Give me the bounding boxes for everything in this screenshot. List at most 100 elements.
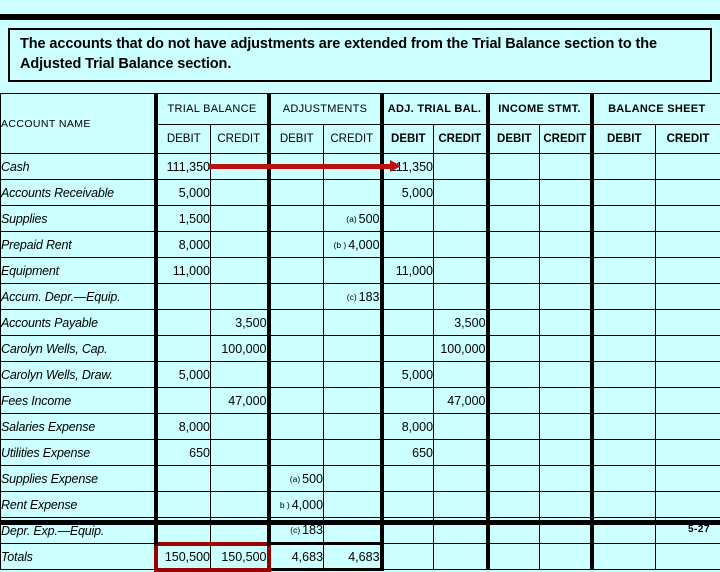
cell-adj-debit [269,180,324,206]
top-divider-rule [0,14,720,20]
cell-tb-debit: 5,000 [156,362,211,388]
cell-tb-debit: 8,000 [156,414,211,440]
account-name-header: ACCOUNT NAME [1,94,156,154]
cell-atb-credit [434,154,488,180]
cell-bs-credit [656,362,720,388]
cell-atb-debit: 11,000 [382,258,434,284]
cell-tb-debit: 5,000 [156,180,211,206]
account-name-cell: Fees Income [1,388,156,414]
group-header-adjusted-trial-balance: ADJ. TRIAL BAL. [382,94,488,125]
cell-adj-credit: (b )4,000 [324,232,382,258]
cell-is-credit [540,388,592,414]
callout-box: The accounts that do not have adjustment… [8,28,712,82]
cell-adj-debit: b )4,000 [269,492,324,518]
cell-tb-credit [211,414,269,440]
cell-bs-credit [656,180,720,206]
totals-row: Totals150,500150,5004,6834,683 [1,544,720,570]
worksheet-header: ACCOUNT NAME TRIAL BALANCE ADJUSTMENTS A… [1,94,720,154]
cell-tb-debit: 150,500 [156,544,211,570]
cell-is-credit [540,154,592,180]
cell-tb-credit [211,206,269,232]
cell-is-debit [488,466,540,492]
cell-bs-credit [656,284,720,310]
cell-adj-credit [324,258,382,284]
cell-bs-debit [592,258,656,284]
account-name-cell: Carolyn Wells, Draw. [1,362,156,388]
table-row: Supplies Expense(a)500 [1,466,720,492]
subheader-adj-credit: CREDIT [324,125,382,154]
cell-adj-debit [269,232,324,258]
group-header-balance-sheet: BALANCE SHEET [592,94,720,125]
account-name-cell: Salaries Expense [1,414,156,440]
cell-is-debit [488,310,540,336]
cell-atb-credit [434,544,488,570]
cell-tb-credit: 150,500 [211,544,269,570]
cell-atb-credit [434,440,488,466]
cell-is-credit [540,440,592,466]
cell-adj-debit: 4,683 [269,544,324,570]
worksheet-body: Cash111,350111,350Accounts Receivable5,0… [1,154,720,570]
subheader-is-debit: DEBIT [488,125,540,154]
cell-adj-credit: (a)500 [324,206,382,232]
account-name-cell: Supplies [1,206,156,232]
cell-tb-credit [211,284,269,310]
cell-atb-credit [434,466,488,492]
cell-atb-credit: 100,000 [434,336,488,362]
cell-bs-debit [592,388,656,414]
cell-bs-debit [592,310,656,336]
account-name-cell: Cash [1,154,156,180]
table-row: Prepaid Rent8,000(b )4,000 [1,232,720,258]
cell-tb-credit: 3,500 [211,310,269,336]
cell-tb-credit [211,466,269,492]
cell-is-debit [488,258,540,284]
cell-adj-credit [324,466,382,492]
cell-is-credit [540,180,592,206]
cell-tb-credit [211,232,269,258]
account-name-cell: Utilities Expense [1,440,156,466]
cell-tb-credit [211,440,269,466]
cell-adj-debit [269,336,324,362]
cell-is-debit [488,388,540,414]
cell-atb-credit [434,180,488,206]
cell-bs-credit [656,336,720,362]
cell-is-debit [488,492,540,518]
cell-is-debit [488,232,540,258]
cell-atb-debit [382,336,434,362]
cell-adj-debit [269,362,324,388]
table-row: Carolyn Wells, Draw.5,0005,000 [1,362,720,388]
cell-is-debit [488,154,540,180]
cell-adj-debit [269,206,324,232]
cell-is-credit [540,544,592,570]
cell-is-credit [540,206,592,232]
cell-bs-credit [656,466,720,492]
cell-atb-debit [382,544,434,570]
cell-atb-debit [382,284,434,310]
subheader-bs-debit: DEBIT [592,125,656,154]
cell-tb-credit: 100,000 [211,336,269,362]
adjustment-letter-tag: b ) [280,500,292,510]
table-row: Equipment11,00011,000 [1,258,720,284]
subheader-is-credit: CREDIT [540,125,592,154]
cell-bs-debit [592,154,656,180]
table-row: Accum. Depr.—Equip.(c)183 [1,284,720,310]
cell-is-debit [488,414,540,440]
cell-bs-credit [656,232,720,258]
group-header-adjustments: ADJUSTMENTS [269,94,382,125]
cell-bs-credit [656,414,720,440]
cell-atb-credit: 47,000 [434,388,488,414]
cell-is-debit [488,206,540,232]
table-row: Fees Income47,00047,000 [1,388,720,414]
cell-atb-credit [434,206,488,232]
cell-atb-debit: 5,000 [382,180,434,206]
table-row: Accounts Payable3,5003,500 [1,310,720,336]
cell-is-credit [540,258,592,284]
cell-adj-debit [269,388,324,414]
subheader-tb-debit: DEBIT [156,125,211,154]
cell-atb-debit [382,466,434,492]
cell-tb-debit [156,336,211,362]
account-name-cell: Accum. Depr.—Equip. [1,284,156,310]
cell-adj-credit [324,414,382,440]
cell-tb-credit [211,492,269,518]
cell-atb-credit [434,492,488,518]
table-row: Supplies1,500(a)500 [1,206,720,232]
